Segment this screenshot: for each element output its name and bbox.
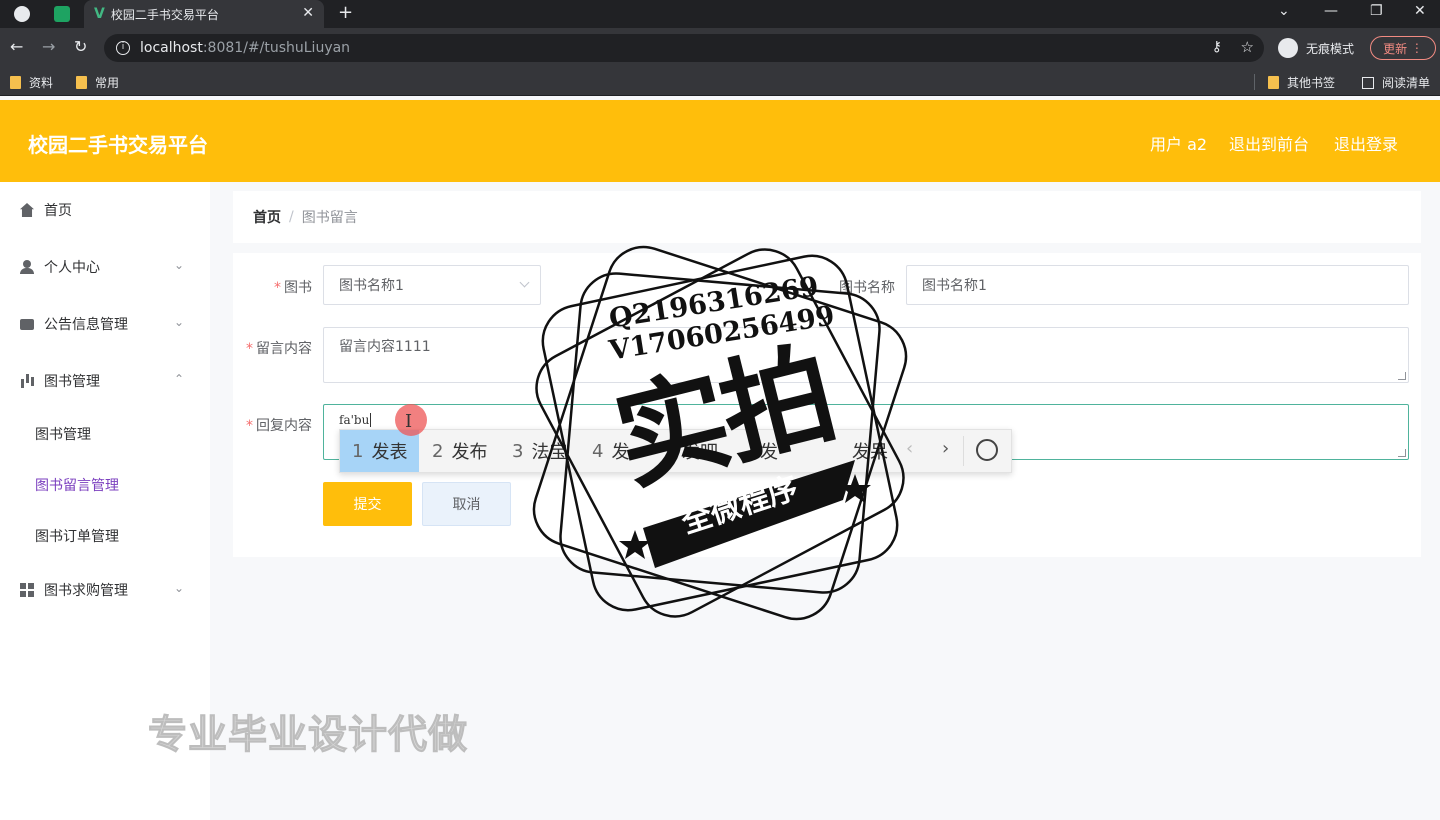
tab-search-icon[interactable]: ⌄ <box>1278 3 1290 19</box>
book-name-value: 图书名称1 <box>922 278 987 294</box>
grid-icon <box>20 583 34 597</box>
globe-icon[interactable] <box>14 6 30 22</box>
resize-handle-icon[interactable] <box>1398 372 1406 380</box>
bar-chart-icon <box>20 374 34 388</box>
other-bookmarks-label: 其他书签 <box>1287 76 1336 90</box>
reading-list[interactable]: 阅读清单 <box>1362 74 1430 91</box>
bookmark-label: 资料 <box>29 76 54 90</box>
incognito-label: 无痕模式 <box>1306 42 1355 56</box>
breadcrumb-home[interactable]: 首页 <box>253 207 281 227</box>
other-bookmarks[interactable]: 其他书签 <box>1268 74 1335 91</box>
text-cursor-icon: I <box>405 411 413 432</box>
sheets-icon[interactable] <box>54 6 70 22</box>
chevron-up-icon: ⌃ <box>173 372 184 386</box>
reading-list-label: 阅读清单 <box>1382 76 1431 90</box>
vue-logo-icon: V <box>94 6 105 22</box>
sidebar-item-label: 公告信息管理 <box>44 317 128 333</box>
bookmark-star-icon[interactable]: ☆ <box>1241 38 1254 56</box>
chevron-down-icon: ⌄ <box>173 581 184 595</box>
book-select[interactable]: 图书名称1 <box>323 265 541 305</box>
folder-icon <box>76 76 87 89</box>
reload-icon[interactable]: ↻ <box>74 37 87 56</box>
sidebar-item-home[interactable]: 首页 <box>0 182 210 238</box>
folder-icon <box>1268 76 1279 89</box>
bookmarks-divider <box>1254 74 1255 90</box>
sidebar-item-books[interactable]: 图书管理 ⌃ <box>0 353 210 409</box>
bookmark-folder-ziliao[interactable]: 资料 <box>10 74 53 91</box>
book-select-value: 图书名称1 <box>339 278 404 294</box>
folder-icon <box>10 76 21 89</box>
update-label: 更新 <box>1383 41 1408 56</box>
url-path: :8081/#/tushuLiuyan <box>202 40 351 56</box>
site-info-icon[interactable]: i <box>116 41 130 55</box>
sidebar-item-book-wanted[interactable]: 图书求购管理 ⌄ <box>0 562 210 618</box>
user-icon <box>20 260 34 274</box>
sidebar-item-notices[interactable]: 公告信息管理 ⌄ <box>0 296 210 352</box>
chevron-down-icon: ⌄ <box>173 315 184 329</box>
back-icon[interactable]: ← <box>10 37 23 56</box>
restore-icon[interactable]: ❐ <box>1370 3 1383 19</box>
home-icon <box>20 203 34 217</box>
ime-candidate[interactable]: 1 发表 <box>340 430 420 472</box>
new-tab-icon[interactable]: + <box>338 2 353 23</box>
password-key-icon[interactable]: ⚷ <box>1212 39 1222 55</box>
sidebar-subitem-book-manage[interactable]: 图书管理 <box>0 409 210 459</box>
bookmark-folder-changyong[interactable]: 常用 <box>76 74 119 91</box>
app-header: 校园二手书交易平台 用户 a2 退出到前台 退出登录 <box>0 100 1440 182</box>
url-input[interactable]: i localhost:8081/#/tushuLiuyan ⚷ ☆ <box>104 34 1264 62</box>
brand-title: 校园二手书交易平台 <box>28 133 208 157</box>
window-close-icon[interactable]: ✕ <box>1414 3 1426 19</box>
sidebar-item-label: 个人中心 <box>44 260 100 276</box>
book-name-input[interactable]: 图书名称1 <box>906 265 1409 305</box>
breadcrumb-current: 图书留言 <box>301 210 358 226</box>
url-host: localhost <box>140 40 203 56</box>
tab-close-icon[interactable]: ✕ <box>302 5 314 21</box>
breadcrumb: 首页 / 图书留言 <box>233 191 1421 243</box>
reply-value: fa'bu <box>339 413 370 427</box>
submit-button[interactable]: 提交 <box>323 482 412 526</box>
ime-next-icon[interactable]: › <box>942 438 949 459</box>
sidebar-item-personal[interactable]: 个人中心 ⌄ <box>0 239 210 295</box>
text-caret <box>370 413 372 427</box>
sidebar-item-label: 图书管理 <box>44 374 100 390</box>
reply-label: * 回复内容 <box>246 418 312 434</box>
chat-icon <box>20 318 34 330</box>
bookmark-label: 常用 <box>95 76 120 90</box>
bookmarks-bar: 资料 常用 其他书签 阅读清单 <box>0 68 1440 96</box>
sidebar-item-label: 图书求购管理 <box>44 583 128 599</box>
incognito-icon[interactable] <box>1278 38 1298 58</box>
sidebar-item-label: 首页 <box>44 203 72 219</box>
browser-tab[interactable]: V 校园二手书交易平台 ✕ <box>84 0 324 28</box>
cancel-button[interactable]: 取消 <box>422 482 511 526</box>
browser-tab-strip: V 校园二手书交易平台 ✕ + ⌄ — ❐ ✕ <box>0 0 1440 28</box>
watermark-ad-text: 专业毕业设计代做 <box>147 713 469 759</box>
book-label: * 图书 <box>274 280 312 296</box>
message-value: 留言内容1111 <box>339 339 431 355</box>
user-name-link[interactable]: 用户 a2 <box>1150 131 1207 155</box>
back-to-front-link[interactable]: 退出到前台 <box>1229 131 1309 155</box>
ime-divider <box>963 436 964 466</box>
tab-title: 校园二手书交易平台 <box>110 7 219 22</box>
reading-list-icon <box>1362 76 1374 89</box>
emoji-icon[interactable] <box>976 439 998 461</box>
sidebar-subitem-book-order[interactable]: 图书订单管理 <box>0 511 210 561</box>
update-button[interactable]: 更新 ⋮ <box>1370 36 1436 60</box>
ime-candidate[interactable]: 2 发布 <box>420 430 499 472</box>
watermark-stamp: Q2196316269 V17060256499 实拍 全微程序 <box>525 238 915 628</box>
minimize-icon[interactable]: — <box>1324 3 1338 19</box>
sidebar-subitem-book-message[interactable]: 图书留言管理 <box>0 460 210 510</box>
address-bar-row: ← → ↻ i localhost:8081/#/tushuLiuyan ⚷ ☆… <box>0 28 1440 68</box>
chevron-down-icon: ⌄ <box>173 258 184 272</box>
message-label: * 留言内容 <box>246 341 312 357</box>
breadcrumb-separator: / <box>289 209 294 225</box>
resize-handle-icon[interactable] <box>1398 449 1406 457</box>
logout-link[interactable]: 退出登录 <box>1334 131 1398 155</box>
forward-icon[interactable]: → <box>42 37 55 56</box>
